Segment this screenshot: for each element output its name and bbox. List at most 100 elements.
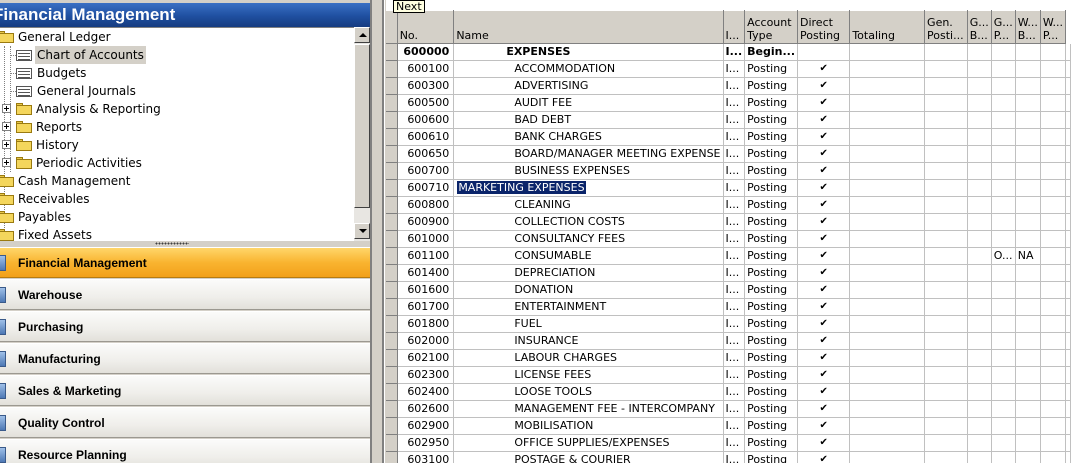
cell-totaling[interactable]: [849, 451, 926, 463]
row-selector[interactable]: [386, 281, 398, 299]
cell-gen-bus-posting-group[interactable]: [967, 145, 992, 163]
cell-gen-posting-type[interactable]: [924, 230, 968, 248]
cell-gen-bus-posting-group[interactable]: [967, 417, 992, 435]
row-selector[interactable]: [386, 43, 398, 61]
cell-totaling[interactable]: [849, 383, 926, 401]
cell-income-balance[interactable]: I...: [723, 60, 746, 78]
cell-wht-bus-posting-group[interactable]: [1015, 332, 1041, 350]
cell-gen-prod-posting-group[interactable]: [991, 434, 1016, 452]
cell-wht-bus-posting-group[interactable]: [1015, 179, 1041, 197]
cell-income-balance[interactable]: I...: [723, 383, 746, 401]
cell-gen-posting-type[interactable]: [924, 383, 968, 401]
cell-direct-posting[interactable]: ✔: [797, 366, 851, 384]
cell-gen-posting-type[interactable]: [924, 43, 968, 61]
cell-gen-bus-posting-group[interactable]: [967, 196, 992, 214]
table-row[interactable]: 602100 LABOUR CHARGES I... Posting ✔: [386, 349, 1071, 367]
cell-direct-posting[interactable]: ✔: [797, 213, 851, 231]
cell-totaling[interactable]: [849, 230, 926, 248]
cell-account-type[interactable]: Posting: [744, 111, 798, 129]
table-row[interactable]: 601000 CONSULTANCY FEES I... Posting ✔: [386, 230, 1071, 248]
cell-gen-bus-posting-group[interactable]: [967, 281, 992, 299]
cell-gen-prod-posting-group[interactable]: [991, 451, 1016, 463]
cell-income-balance[interactable]: I...: [723, 400, 746, 418]
cell-wht-prod-posting-group[interactable]: [1040, 315, 1067, 333]
cell-gen-bus-posting-group[interactable]: [967, 434, 992, 452]
cell-account-no[interactable]: 602100: [397, 349, 455, 367]
cell-direct-posting[interactable]: ✔: [797, 162, 851, 180]
cell-gen-posting-type[interactable]: [924, 264, 968, 282]
cell-totaling[interactable]: [849, 298, 926, 316]
cell-gen-prod-posting-group[interactable]: [991, 332, 1016, 350]
cell-account-no[interactable]: 600800: [397, 196, 455, 214]
cell-account-name[interactable]: AUDIT FEE: [453, 94, 724, 112]
column-header-direct-posting[interactable]: Direct Posting: [797, 10, 851, 44]
cell-gen-prod-posting-group[interactable]: [991, 196, 1016, 214]
row-selector[interactable]: [386, 145, 398, 163]
cell-account-no[interactable]: 600600: [397, 111, 455, 129]
row-selector[interactable]: [386, 77, 398, 95]
cell-wht-bus-posting-group[interactable]: [1015, 451, 1041, 463]
cell-income-balance[interactable]: I...: [723, 162, 746, 180]
row-selector[interactable]: [386, 417, 398, 435]
row-selector[interactable]: [386, 298, 398, 316]
cell-gen-posting-type[interactable]: [924, 145, 968, 163]
row-selector[interactable]: [386, 383, 398, 401]
cell-direct-posting[interactable]: ✔: [797, 400, 851, 418]
cell-gen-bus-posting-group[interactable]: [967, 213, 992, 231]
cell-account-no[interactable]: 601100: [397, 247, 455, 265]
cell-gen-prod-posting-group[interactable]: [991, 213, 1016, 231]
cell-wht-prod-posting-group[interactable]: [1040, 94, 1067, 112]
cell-income-balance[interactable]: I...: [723, 145, 746, 163]
cell-gen-prod-posting-group[interactable]: [991, 162, 1016, 180]
menu-button-resource-planning[interactable]: Resource Planning: [0, 439, 370, 463]
cell-account-type[interactable]: Posting: [744, 179, 798, 197]
cell-gen-posting-type[interactable]: [924, 94, 968, 112]
row-selector[interactable]: [386, 451, 398, 463]
cell-account-type[interactable]: Posting: [744, 366, 798, 384]
cell-account-name[interactable]: FUEL: [453, 315, 724, 333]
cell-direct-posting[interactable]: ✔: [797, 247, 851, 265]
cell-gen-posting-type[interactable]: [924, 77, 968, 95]
table-row[interactable]: 600900 COLLECTION COSTS I... Posting ✔: [386, 213, 1071, 231]
cell-gen-prod-posting-group[interactable]: [991, 128, 1016, 146]
cell-gen-prod-posting-group[interactable]: [991, 315, 1016, 333]
cell-wht-prod-posting-group[interactable]: [1040, 247, 1067, 265]
cell-totaling[interactable]: [849, 315, 926, 333]
cell-income-balance[interactable]: I...: [723, 179, 746, 197]
cell-direct-posting[interactable]: ✔: [797, 417, 851, 435]
cell-direct-posting[interactable]: [797, 43, 851, 61]
cell-totaling[interactable]: [849, 264, 926, 282]
cell-account-name[interactable]: LICENSE FEES: [453, 366, 724, 384]
cell-gen-bus-posting-group[interactable]: [967, 383, 992, 401]
scroll-up-button[interactable]: [354, 27, 370, 43]
cell-account-no[interactable]: 600700: [397, 162, 455, 180]
cell-account-type[interactable]: Posting: [744, 264, 798, 282]
table-row[interactable]: 600000 EXPENSES I... Begin...: [386, 43, 1071, 61]
menu-button-sales-marketing[interactable]: Sales & Marketing: [0, 375, 370, 406]
table-row[interactable]: 600600 BAD DEBT I... Posting ✔: [386, 111, 1071, 129]
row-selector[interactable]: [386, 366, 398, 384]
cell-wht-prod-posting-group[interactable]: [1040, 77, 1067, 95]
table-row[interactable]: 603100 POSTAGE & COURIER I... Posting ✔: [386, 451, 1071, 463]
cell-wht-prod-posting-group[interactable]: [1040, 162, 1067, 180]
cell-wht-bus-posting-group[interactable]: [1015, 366, 1041, 384]
cell-totaling[interactable]: [849, 94, 926, 112]
expand-icon[interactable]: [2, 122, 11, 131]
cell-direct-posting[interactable]: ✔: [797, 94, 851, 112]
cell-gen-prod-posting-group[interactable]: [991, 298, 1016, 316]
cell-wht-bus-posting-group[interactable]: [1015, 400, 1041, 418]
cell-account-name[interactable]: LOOSE TOOLS: [453, 383, 724, 401]
table-row[interactable]: 601400 DEPRECIATION I... Posting ✔: [386, 264, 1071, 282]
cell-gen-prod-posting-group[interactable]: [991, 77, 1016, 95]
cell-gen-bus-posting-group[interactable]: [967, 60, 992, 78]
table-row[interactable]: 600610 BANK CHARGES I... Posting ✔: [386, 128, 1071, 146]
cell-income-balance[interactable]: I...: [723, 77, 746, 95]
cell-account-name[interactable]: DEPRECIATION: [453, 264, 724, 282]
cell-wht-bus-posting-group[interactable]: [1015, 145, 1041, 163]
current-row-indicator[interactable]: [386, 179, 398, 197]
cell-wht-prod-posting-group[interactable]: [1040, 43, 1067, 61]
cell-direct-posting[interactable]: ✔: [797, 179, 851, 197]
cell-gen-prod-posting-group[interactable]: [991, 383, 1016, 401]
cell-gen-prod-posting-group[interactable]: [991, 349, 1016, 367]
cell-gen-posting-type[interactable]: [924, 417, 968, 435]
